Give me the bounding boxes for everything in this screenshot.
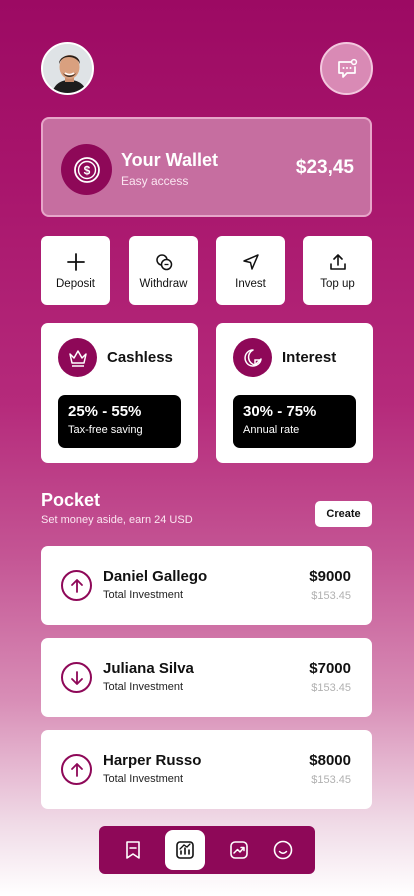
interest-title: Interest bbox=[282, 349, 337, 366]
investment-amount: $7000 bbox=[309, 660, 351, 677]
user-avatar-icon bbox=[43, 44, 92, 93]
cashless-rate-value: 25% - 55% bbox=[68, 403, 142, 420]
interest-rate-value: 30% - 75% bbox=[243, 403, 317, 420]
wallet-balance: $23,45 bbox=[295, 157, 354, 178]
invest-label: Invest bbox=[235, 278, 266, 290]
wallet-card[interactable]: $ Your Wallet Easy access $23,45 bbox=[41, 117, 372, 217]
chat-dots-icon bbox=[337, 58, 357, 78]
svg-text:$: $ bbox=[83, 163, 90, 177]
bookmark-icon bbox=[126, 841, 140, 859]
nav-trend[interactable] bbox=[219, 830, 259, 870]
investor-name: Harper Russo bbox=[103, 752, 202, 769]
sticker-icon bbox=[243, 348, 262, 367]
withdraw-button[interactable]: Withdraw bbox=[129, 236, 198, 305]
interest-rate-pill: 30% - 75% Annual rate bbox=[233, 395, 356, 448]
deposit-label: Deposit bbox=[56, 278, 95, 290]
avatar[interactable] bbox=[41, 42, 94, 95]
investment-label: Total Investment bbox=[103, 589, 184, 601]
chart-icon bbox=[176, 841, 194, 859]
create-button[interactable]: Create bbox=[315, 501, 372, 527]
cashless-rate-label: Tax-free saving bbox=[68, 424, 143, 436]
withdraw-label: Withdraw bbox=[139, 278, 188, 290]
coins-icon bbox=[155, 254, 172, 271]
list-item[interactable]: Daniel Gallego Total Investment $9000 $1… bbox=[41, 546, 372, 625]
plus-icon bbox=[66, 253, 85, 271]
top-up-button[interactable]: Top up bbox=[303, 236, 372, 305]
arrow-up-icon bbox=[70, 762, 83, 777]
investment-label: Total Investment bbox=[103, 681, 184, 693]
top-up-label: Top up bbox=[320, 278, 355, 290]
wallet-subtitle: Easy access bbox=[121, 174, 189, 188]
deposit-button[interactable]: Deposit bbox=[41, 236, 110, 305]
investment-sub-amount: $153.45 bbox=[311, 682, 351, 694]
arrow-up-icon bbox=[70, 578, 83, 593]
list-item[interactable]: Juliana Silva Total Investment $7000 $15… bbox=[41, 638, 372, 717]
interest-card[interactable]: Interest 30% - 75% Annual rate bbox=[216, 323, 373, 463]
cashless-title: Cashless bbox=[107, 349, 173, 366]
list-item[interactable]: Harper Russo Total Investment $8000 $153… bbox=[41, 730, 372, 809]
cashless-card[interactable]: Cashless 25% - 55% Tax-free saving bbox=[41, 323, 198, 463]
wallet-icon-badge: $ bbox=[61, 144, 112, 195]
interest-icon-badge bbox=[233, 338, 272, 377]
nav-chart[interactable] bbox=[165, 830, 205, 870]
cashless-icon-badge bbox=[58, 338, 97, 377]
invest-button[interactable]: Invest bbox=[216, 236, 285, 305]
interest-rate-label: Annual rate bbox=[243, 424, 300, 436]
dollar-coin-icon: $ bbox=[73, 156, 100, 183]
messages-button[interactable] bbox=[320, 42, 373, 95]
nav-bookmark[interactable] bbox=[113, 830, 153, 870]
investment-sub-amount: $153.45 bbox=[311, 774, 351, 786]
investment-amount: $8000 bbox=[309, 752, 351, 769]
arrow-up-badge bbox=[61, 754, 92, 785]
arrow-down-badge bbox=[61, 662, 92, 693]
investor-name: Juliana Silva bbox=[103, 660, 194, 677]
investment-amount: $9000 bbox=[309, 568, 351, 585]
investor-name: Daniel Gallego bbox=[103, 568, 208, 585]
smile-icon bbox=[273, 840, 293, 860]
send-icon bbox=[242, 254, 259, 270]
investment-label: Total Investment bbox=[103, 773, 184, 785]
crown-icon bbox=[68, 349, 87, 367]
pocket-title: Pocket bbox=[41, 490, 101, 510]
arrow-down-icon bbox=[70, 670, 83, 685]
trend-icon bbox=[230, 841, 248, 859]
arrow-up-badge bbox=[61, 570, 92, 601]
investment-sub-amount: $153.45 bbox=[311, 590, 351, 602]
wallet-title: Your Wallet bbox=[121, 150, 219, 170]
upload-icon bbox=[329, 254, 346, 270]
nav-profile[interactable] bbox=[263, 830, 303, 870]
bottom-nav bbox=[99, 826, 315, 874]
cashless-rate-pill: 25% - 55% Tax-free saving bbox=[58, 395, 181, 448]
pocket-subtitle: Set money aside, earn 24 USD bbox=[41, 514, 193, 526]
